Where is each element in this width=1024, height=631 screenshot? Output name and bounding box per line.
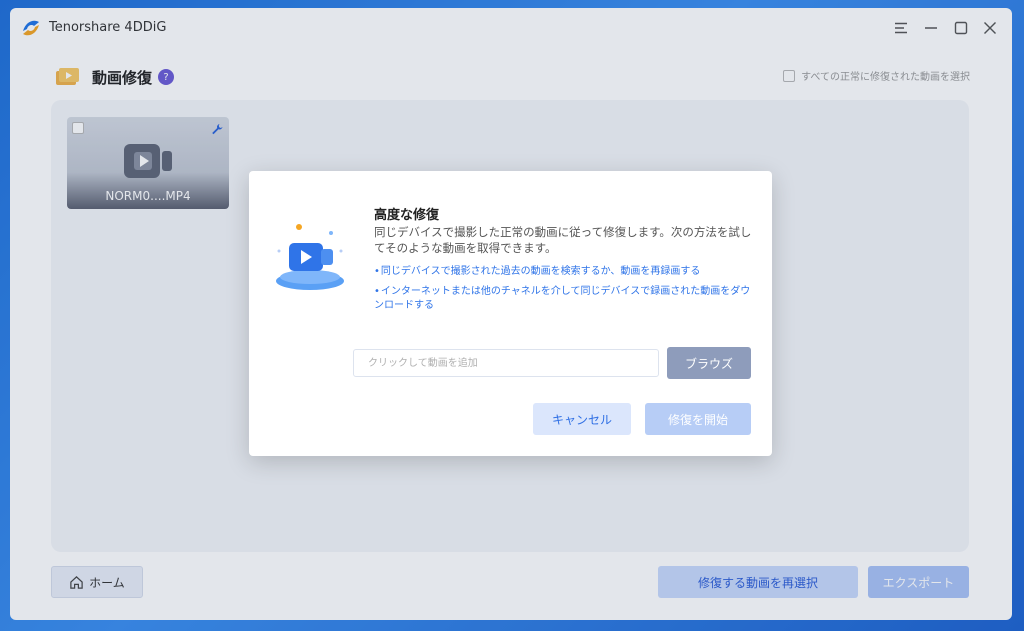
cancel-button-label: キャンセル [551, 412, 612, 427]
browse-button[interactable]: ブラウズ [667, 347, 751, 379]
tip-text: インターネットまたは他のチャネルを介して同じデバイスで録画された動画をダウンロー… [374, 286, 751, 311]
dialog-tips-list: •同じデバイスで撮影された過去の動画を検索するか、動画を再録画する •インターネ… [374, 265, 754, 319]
video-repair-illustration-icon [276, 224, 344, 290]
dialog-title: 高度な修復 [374, 208, 440, 223]
add-video-input[interactable] [353, 349, 659, 377]
start-repair-button-label: 修復を開始 [667, 412, 728, 427]
list-item: •インターネットまたは他のチャネルを介して同じデバイスで録画された動画をダウンロ… [374, 286, 751, 311]
cancel-button[interactable]: キャンセル [533, 403, 631, 435]
browse-button-label: ブラウズ [684, 356, 733, 371]
list-item: •同じデバイスで撮影された過去の動画を検索するか、動画を再録画する [374, 266, 701, 277]
dialog-description: 同じデバイスで撮影した正常の動画に従って修復します。次の方法を試してそのような動… [374, 225, 752, 255]
start-repair-button[interactable]: 修復を開始 [645, 403, 751, 435]
advanced-repair-dialog: 高度な修復 同じデバイスで撮影した正常の動画に従って修復します。次の方法を試して… [249, 171, 772, 456]
tip-text: 同じデバイスで撮影された過去の動画を検索するか、動画を再録画する [380, 266, 701, 277]
